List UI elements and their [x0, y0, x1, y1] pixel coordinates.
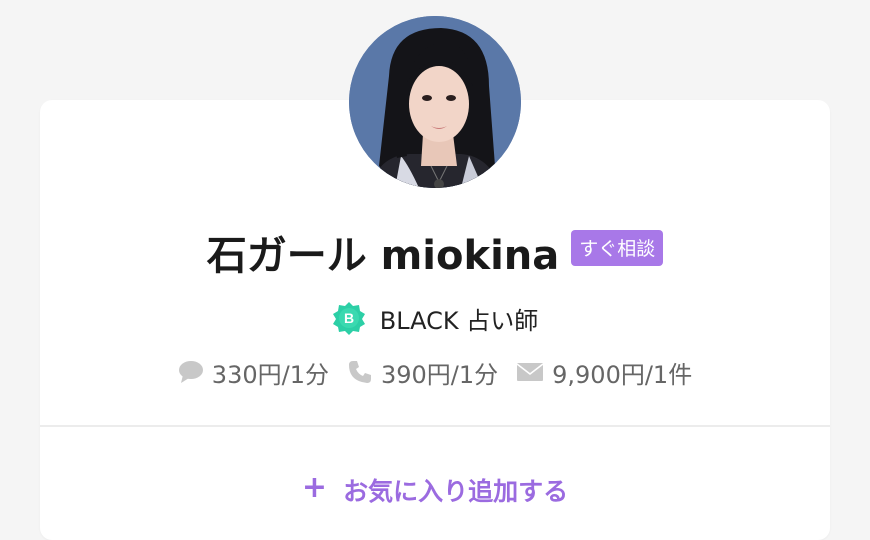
add-favorite-button[interactable]: + お気に入り追加する [0, 470, 870, 510]
chat-price-text: 330円/1分 [211, 360, 329, 389]
avatar [349, 16, 521, 188]
rank-letter: B [344, 310, 354, 326]
chat-bubble-icon [178, 360, 204, 384]
chat-price: 330円/1分 [178, 355, 329, 390]
status-badge: すぐ相談 [571, 230, 664, 266]
mail-price-text: 9,900円/1件 [552, 360, 693, 389]
fortune-teller-name: 石ガール miokina [206, 233, 560, 279]
plus-icon: + [301, 470, 328, 505]
mail-price: 9,900円/1件 [516, 355, 692, 390]
add-favorite-label: お気に入り追加する [343, 477, 569, 506]
phone-price: 390円/1分 [347, 355, 498, 390]
name-row: 石ガール miokina すぐ相談 [0, 224, 870, 280]
rank-badge-icon: B [332, 301, 366, 335]
phone-icon [347, 359, 373, 385]
price-row: 330円/1分 390円/1分 9,900円/1件 [0, 354, 870, 390]
phone-price-text: 390円/1分 [380, 360, 499, 389]
divider [40, 425, 830, 427]
rank-row: B BLACK 占い師 [0, 300, 870, 336]
mail-icon [516, 361, 544, 383]
rank-label: BLACK 占い師 [379, 306, 539, 335]
